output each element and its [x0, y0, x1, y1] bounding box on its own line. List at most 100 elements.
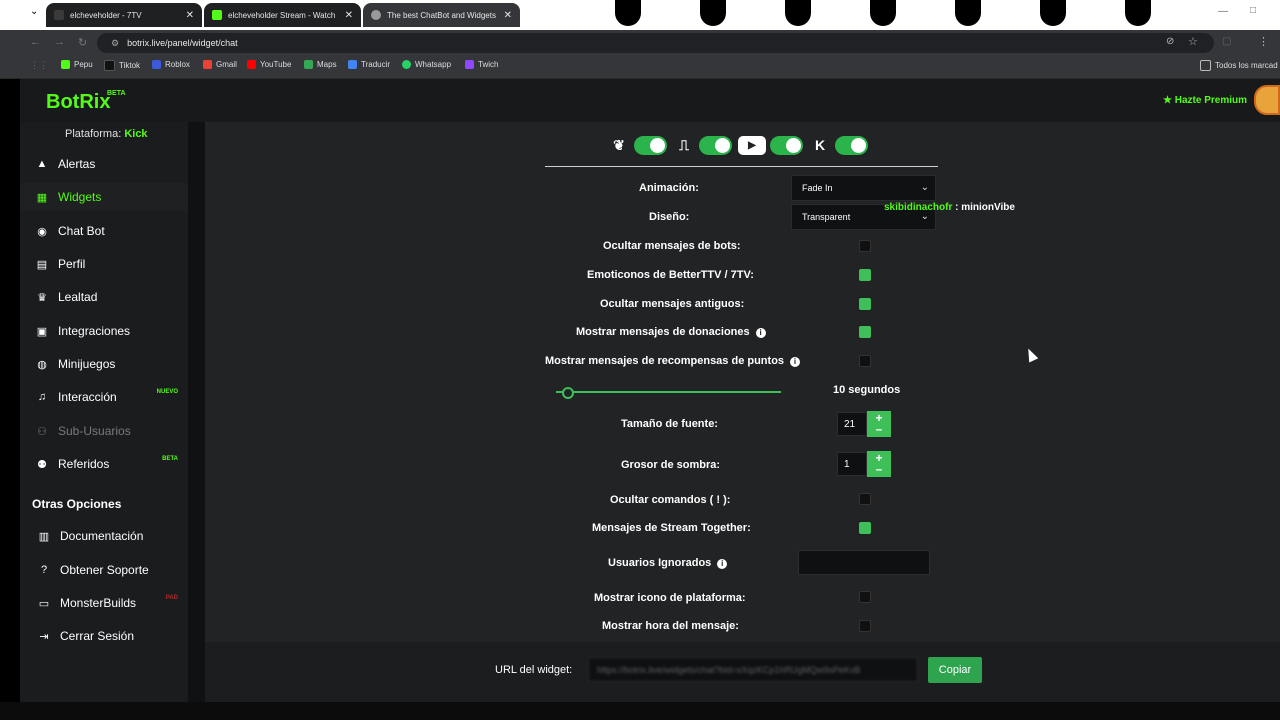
- bookmark-traducir[interactable]: Traducir: [348, 60, 390, 69]
- sidebar-item-sub-usuarios[interactable]: ⚇ Sub-Usuarios: [20, 417, 188, 445]
- duration-slider-handle[interactable]: [562, 387, 574, 399]
- sidebar-item-interaccion[interactable]: ♫ Interacción NUEVO: [20, 383, 188, 411]
- browser-tab-bar: ⌄ elcheveholder - 7TV ✕ elcheveholder St…: [0, 0, 1280, 30]
- font-size-input[interactable]: 21: [837, 412, 867, 436]
- sidebar-item-referidos[interactable]: ⚉ Referidos BETA: [20, 450, 188, 478]
- toggle-twitch[interactable]: [699, 135, 732, 155]
- reload-icon[interactable]: ↻: [78, 36, 87, 49]
- sidebar-item-lealtad[interactable]: ♛ Lealtad: [20, 283, 188, 311]
- bookmark-maps[interactable]: Maps: [304, 60, 337, 69]
- apps-grid-icon[interactable]: ⋮⋮: [30, 60, 48, 71]
- forward-icon[interactable]: →: [54, 36, 65, 48]
- bookmark-label: Whatsapp: [415, 60, 452, 69]
- close-tab-icon[interactable]: ✕: [345, 10, 353, 21]
- taskbar-strip: [0, 702, 1280, 720]
- other-options-title: Otras Opciones: [32, 497, 122, 511]
- shadow-stepper[interactable]: + –: [867, 451, 891, 477]
- users-cog-icon: ⚇: [37, 425, 47, 438]
- botrix-logo[interactable]: BotRix: [46, 91, 110, 114]
- avatar[interactable]: [1254, 85, 1280, 115]
- bookmark-label: Pepu: [74, 60, 93, 69]
- stream-together-checkbox[interactable]: [859, 522, 871, 534]
- address-bar: ← → ↻ ⚙ botrix.live/panel/widget/chat ⊘ …: [0, 30, 1280, 56]
- minus-icon[interactable]: –: [876, 463, 883, 475]
- all-bookmarks[interactable]: Todos los marcad: [1200, 60, 1278, 71]
- widget-url-field[interactable]: https://botrix.live/widgets/chat?bid=xXq…: [588, 657, 918, 682]
- minus-icon[interactable]: –: [876, 423, 883, 435]
- shadow-input[interactable]: 1: [837, 452, 867, 476]
- bookmark-gmail[interactable]: Gmail: [203, 60, 237, 69]
- favicon-icon: [54, 10, 64, 20]
- info-icon[interactable]: i: [790, 357, 801, 367]
- bookmark-star-icon[interactable]: ☆: [1188, 35, 1198, 48]
- info-icon[interactable]: i: [717, 559, 728, 569]
- animation-select[interactable]: Fade In ⌄: [791, 175, 936, 201]
- book-icon: ▥: [38, 530, 50, 543]
- ignored-users-input[interactable]: [798, 550, 930, 575]
- sidebar-item-alertas[interactable]: ▲ Alertas: [20, 150, 188, 178]
- maximize-icon[interactable]: □: [1250, 5, 1256, 16]
- close-tab-icon[interactable]: ✕: [504, 10, 512, 21]
- question-icon: ?: [40, 564, 48, 576]
- eye-off-icon[interactable]: ⊘: [1166, 36, 1174, 47]
- hide-old-checkbox[interactable]: [859, 298, 871, 310]
- sidebar-item-monsterbuilds[interactable]: ▭ MonsterBuilds PAD: [20, 589, 188, 617]
- design-label: Diseño:: [649, 211, 690, 223]
- animation-label: Animación:: [639, 182, 699, 194]
- back-icon[interactable]: ←: [30, 36, 41, 48]
- emotes-checkbox[interactable]: [859, 269, 871, 281]
- hide-commands-checkbox[interactable]: [859, 493, 871, 505]
- sidebar-item-integraciones[interactable]: ▣ Integraciones: [20, 317, 188, 345]
- font-size-stepper[interactable]: + –: [867, 411, 891, 437]
- bookmark-roblox[interactable]: Roblox: [152, 60, 190, 69]
- sidebar: Plataforma: Kick ▲ Alertas ▦ Widgets ◉ Chat…: [20, 122, 188, 720]
- minimize-icon[interactable]: —: [1218, 6, 1228, 17]
- sidebar-item-minijuegos[interactable]: ◍ Minijuegos: [20, 350, 188, 378]
- browser-tab-kick[interactable]: elcheveholder Stream - Watch ✕: [204, 3, 361, 27]
- sidebar-item-perfil[interactable]: ▤ Perfil: [20, 250, 188, 278]
- app-header: BotRix BETA ★ Hazte Premium: [20, 79, 1280, 122]
- duration-slider-track[interactable]: [556, 391, 781, 393]
- ghost-pattern-icon: [1040, 0, 1066, 26]
- donations-checkbox[interactable]: [859, 326, 871, 338]
- platform-icon-checkbox[interactable]: [859, 591, 871, 603]
- toggle-kick[interactable]: [835, 135, 868, 155]
- new-tab-icon[interactable]: +: [527, 6, 535, 21]
- close-tab-icon[interactable]: ✕: [186, 10, 194, 21]
- sidebar-item-widgets[interactable]: ▦ Widgets: [20, 183, 188, 211]
- browser-tab-botrix[interactable]: The best ChatBot and Widgets ✕: [363, 3, 520, 27]
- bookmark-youtube[interactable]: YouTube: [247, 60, 291, 69]
- sidebar-item-documentacion[interactable]: ▥ Documentación: [20, 522, 188, 550]
- platform-label: Plataforma:: [65, 128, 122, 140]
- rewards-checkbox[interactable]: [859, 355, 871, 367]
- url-field[interactable]: ⚙ botrix.live/panel/widget/chat: [97, 33, 1214, 53]
- tab-title: elcheveholder - 7TV: [70, 10, 142, 20]
- toggle-platform-1[interactable]: [634, 135, 667, 155]
- premium-button[interactable]: ★ Hazte Premium: [1163, 95, 1247, 106]
- duration-value: 10 segundos: [833, 384, 901, 396]
- bookmarks-bar: ⋮⋮ Pepu Tiktok Roblox Gmail YouTube Maps…: [0, 56, 1280, 79]
- sidebar-item-cerrar-sesion[interactable]: ⇥ Cerrar Sesión: [20, 622, 188, 650]
- menu-icon[interactable]: ⋮: [1258, 35, 1269, 48]
- copy-button[interactable]: Copiar: [928, 657, 982, 683]
- sidebar-item-obtener-soporte[interactable]: ? Obtener Soporte: [20, 556, 188, 584]
- toggle-youtube[interactable]: [770, 135, 803, 155]
- bookmark-icon: [247, 60, 256, 69]
- tab-search-icon[interactable]: ⌄: [30, 6, 38, 17]
- hide-old-label: Ocultar mensajes antiguos:: [600, 298, 745, 310]
- ghost-pattern-icon: [1125, 0, 1151, 26]
- hide-bots-checkbox[interactable]: [859, 240, 871, 252]
- browser-tab-7tv[interactable]: elcheveholder - 7TV ✕: [46, 3, 202, 27]
- info-icon[interactable]: i: [755, 328, 766, 338]
- site-info-icon[interactable]: ⚙: [111, 38, 119, 49]
- bookmark-pepu[interactable]: Pepu: [61, 60, 93, 69]
- bookmark-twich[interactable]: Twich: [465, 60, 498, 69]
- bookmark-tiktok[interactable]: Tiktok: [104, 60, 140, 71]
- message-time-checkbox[interactable]: [859, 620, 871, 632]
- extensions-icon[interactable]: ▢: [1222, 36, 1231, 47]
- bookmark-whatsapp[interactable]: Whatsapp: [402, 60, 451, 69]
- sidebar-item-chat-bot[interactable]: ◉ Chat Bot: [20, 217, 188, 245]
- divider: [545, 166, 938, 167]
- youtube-icon: ▶: [738, 135, 766, 155]
- favicon-icon: [371, 10, 381, 20]
